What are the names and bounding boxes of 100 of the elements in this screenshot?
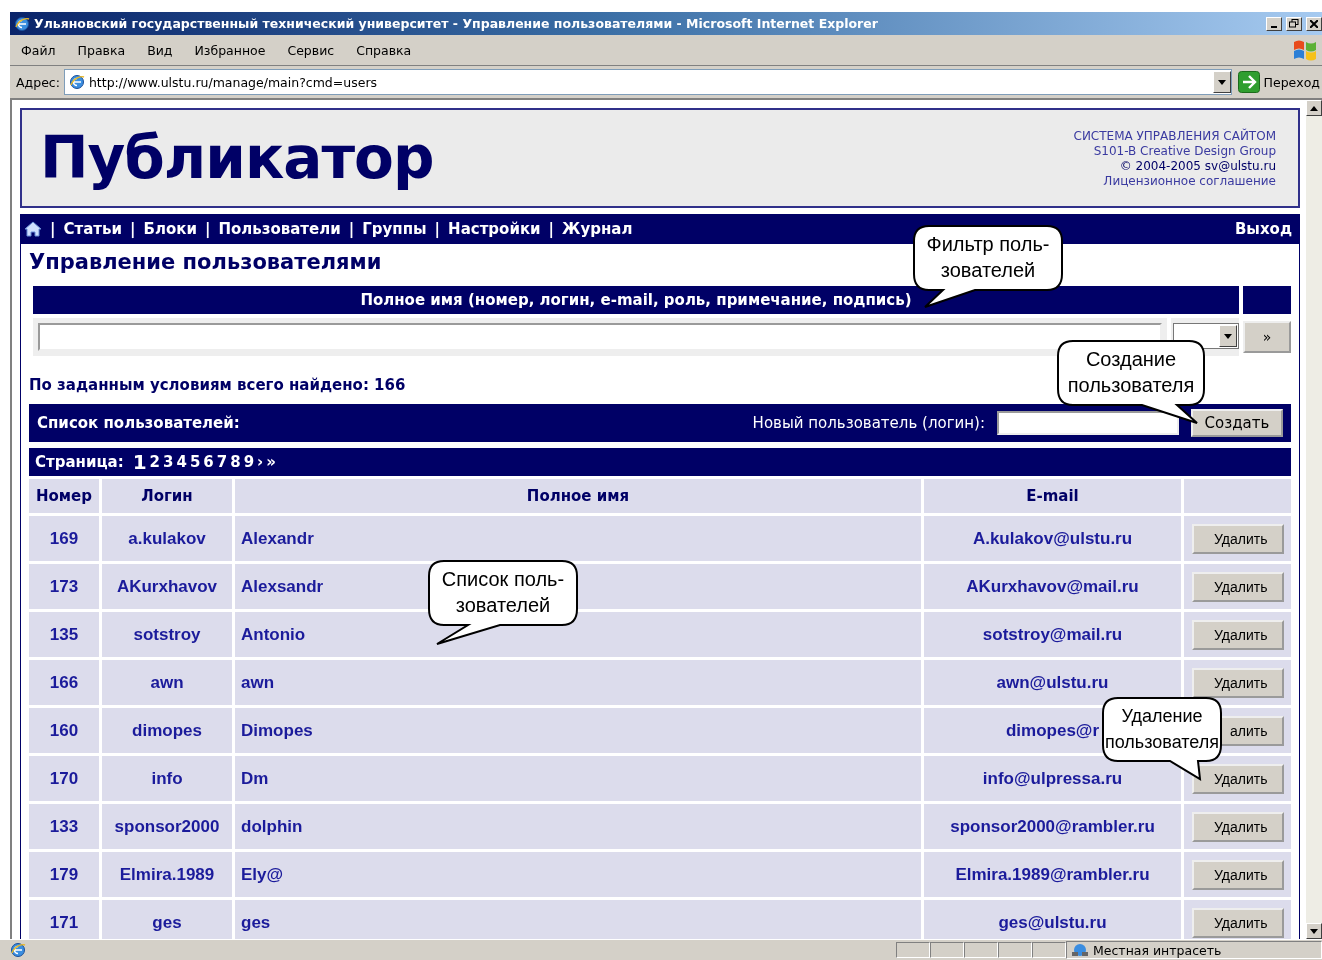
browser-icon — [68, 74, 85, 90]
page-link[interactable]: 6 — [203, 453, 214, 471]
table-cell: a.kulakov — [102, 516, 232, 561]
header-info-text: S101-B Creative Design Group — [1093, 143, 1276, 158]
table-cell: 173 — [29, 564, 99, 609]
nav-link[interactable]: Пользователи — [218, 220, 341, 238]
delete-button[interactable]: Удалить — [1191, 811, 1284, 842]
caret-icon — [1224, 333, 1232, 339]
table-cell: 169 — [29, 516, 99, 561]
nav-link[interactable]: Блоки — [143, 220, 197, 238]
go-button[interactable]: Переход — [1235, 71, 1322, 93]
filter-field[interactable] — [38, 323, 1162, 351]
network-icon — [1071, 943, 1089, 957]
table-cell: ges — [235, 900, 921, 939]
delete-button[interactable]: Удалить — [1191, 619, 1284, 650]
scrollbar[interactable] — [1306, 100, 1322, 939]
logout-link[interactable]: Выход — [1234, 220, 1292, 238]
next-page-link[interactable]: › — [257, 453, 264, 471]
browser-icon — [14, 15, 30, 32]
status-panel — [964, 942, 998, 958]
filter-button[interactable]: » — [1243, 321, 1291, 353]
address-label: Адрес: — [16, 74, 60, 90]
license-link[interactable]: Лицензионное соглашение — [1103, 173, 1276, 188]
nav-link[interactable]: Статьи — [63, 220, 122, 238]
home-icon[interactable] — [24, 221, 42, 237]
delete-button[interactable]: Удалить — [1191, 859, 1284, 890]
table-cell: AKurxhavov — [102, 564, 232, 609]
table-cell: sponsor2000@rambler.ru — [924, 804, 1181, 849]
table-cell: 171 — [29, 900, 99, 939]
site-logo: Публикатор — [40, 124, 434, 192]
menu-item[interactable]: Избранное — [183, 42, 277, 58]
table-cell: Ely@ — [235, 852, 921, 897]
table-cell: awn — [102, 660, 232, 705]
table-cell: AKurxhavov@mail.ru — [924, 564, 1181, 609]
window-title: Ульяновский государственный технический университет - Управление пользователями - Microsoft Internet Explorer — [34, 16, 879, 31]
callout-tooltip: Список поль- зователей — [428, 560, 578, 646]
page-link[interactable]: 5 — [189, 453, 201, 471]
delete-button[interactable]: Удалить — [1191, 571, 1284, 602]
page-link[interactable]: 2 — [149, 453, 161, 471]
table-cell: A.kulakov@ulstu.ru — [924, 516, 1181, 561]
table-cell: Dm — [235, 756, 921, 801]
create-button[interactable]: Создать — [1191, 409, 1283, 437]
table-cell: Dimopes — [235, 708, 921, 753]
nav-link[interactable]: Журнал — [562, 220, 633, 238]
address-field[interactable]: http://www.ulstu.ru/manage/main?cmd=users — [63, 69, 1232, 95]
menu-item[interactable]: Справка — [345, 42, 423, 58]
table-cell: 170 — [29, 756, 99, 801]
delete-button[interactable]: Удалить — [1191, 667, 1284, 698]
page-link[interactable]: 7 — [216, 453, 228, 471]
nav-separator: | — [348, 220, 355, 238]
new-user-field[interactable] — [997, 411, 1179, 435]
table-cell: 160 — [29, 708, 99, 753]
table-cell: dolphin — [235, 804, 921, 849]
pagination-label: Страница: — [35, 453, 124, 471]
menu-item[interactable]: Файл — [10, 42, 67, 58]
table-cell: Elmira.1989 — [102, 852, 232, 897]
page-heading: Управление пользователями — [29, 250, 382, 274]
delete-button[interactable]: Удалить — [1191, 907, 1284, 938]
menu-item[interactable]: Сервис — [276, 42, 346, 58]
table-cell: Alexandr — [235, 516, 921, 561]
nav-separator: | — [50, 220, 56, 238]
delete-button[interactable]: Удалить — [1191, 523, 1284, 554]
nav-separator: | — [130, 220, 136, 238]
table-cell: 166 — [29, 660, 99, 705]
nav-link[interactable]: Настройки — [448, 220, 541, 238]
page-link[interactable]: 9 — [243, 453, 255, 471]
menu-item[interactable]: Вид — [136, 42, 184, 58]
table-cell: sotstroy@mail.ru — [924, 612, 1181, 657]
page-link[interactable]: 4 — [176, 453, 187, 471]
header-cell — [1243, 286, 1291, 314]
nav-link[interactable]: Группы — [362, 220, 427, 238]
dropdown-button[interactable] — [1212, 71, 1231, 93]
restore-button[interactable] — [1286, 16, 1302, 31]
nav-separator: | — [204, 220, 211, 238]
table-cell: 179 — [29, 852, 99, 897]
close-icon — [1310, 19, 1318, 28]
status-panel — [998, 942, 1032, 958]
nav-separator: | — [434, 220, 441, 238]
last-page-link[interactable]: » — [266, 453, 276, 471]
menu-item[interactable]: Правка — [66, 42, 137, 58]
status-panel — [896, 942, 930, 958]
callout-tooltip: Фильтр поль- зователей — [913, 225, 1063, 309]
table-cell: ges@ulstu.ru — [924, 900, 1181, 939]
delete-button[interactable]: Удалить — [1191, 763, 1284, 794]
list-title: Список пользователей: — [37, 414, 241, 432]
column-header: Номер — [29, 479, 99, 513]
minimize-icon — [1271, 25, 1277, 28]
filter-header: Полное имя (номер, логин, e-mail, роль, примечание, подпись) — [33, 286, 1239, 314]
close-button[interactable] — [1306, 16, 1322, 31]
table-cell: sotstroy — [102, 612, 232, 657]
table-cell: awn@ulstu.ru — [924, 660, 1181, 705]
table-cell: Antonio — [235, 612, 921, 657]
table-cell: info@ulpressa.ru — [924, 756, 1181, 801]
page-link[interactable]: 1 — [132, 450, 147, 474]
page-link[interactable]: 8 — [230, 453, 241, 471]
minimize-button[interactable] — [1266, 16, 1282, 31]
page-link[interactable]: 3 — [163, 453, 174, 471]
header-info-text: СИСТЕМА УПРАВЛЕНИЯ САЙТОМ — [1073, 128, 1276, 143]
column-header: Логин — [102, 479, 232, 513]
zone-text: Местная интрасеть — [1093, 942, 1222, 958]
